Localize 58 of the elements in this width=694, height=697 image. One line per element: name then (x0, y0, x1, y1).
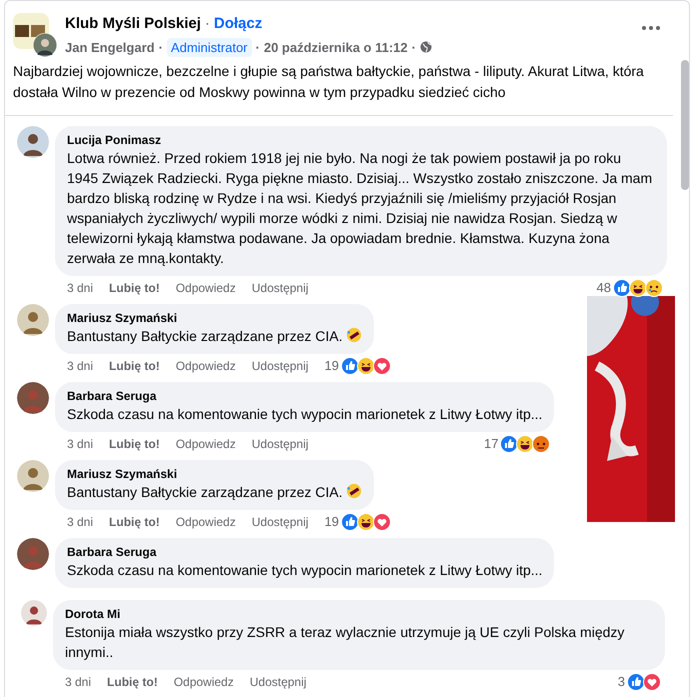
more-options-icon[interactable] (641, 25, 661, 31)
separator: · (158, 38, 163, 56)
commenter-name[interactable]: Lucija Ponimasz (67, 132, 655, 148)
commenter-name[interactable]: Barbara Seruga (67, 544, 542, 560)
avatar[interactable] (17, 460, 49, 492)
commenter-name[interactable]: Barbara Seruga (67, 388, 542, 404)
share-link[interactable]: Udostępnij (252, 357, 308, 375)
comment-text: Szkoda czasu na komentowanie tych wypocin marionetek z Litwy Łotwy itp... (67, 406, 542, 422)
comment-text: Estonija miała wszystko przy ZSRR a teraz wylacznie utrzymuje ją UE czyli Polska między innymi.. (65, 624, 624, 660)
like-link[interactable]: Lubię to! (107, 673, 158, 691)
separator: · (256, 38, 260, 56)
like-link[interactable]: Lubię to! (109, 279, 160, 297)
reply-link[interactable]: Odpowiedz (174, 673, 234, 691)
like-link[interactable]: Lubię to! (109, 435, 160, 453)
reaction-count: 3 (618, 673, 625, 692)
group-name[interactable]: Klub Myśli Polskiej (65, 13, 201, 36)
author-avatar[interactable] (33, 33, 57, 57)
rolling-laughing-emoji-icon (346, 327, 362, 343)
admin-badge: Administrator (166, 38, 252, 57)
reply-link[interactable]: Odpowiedz (176, 435, 236, 453)
author-name[interactable]: Jan Engelgard (65, 38, 155, 57)
reply-link[interactable]: Odpowiedz (176, 513, 236, 531)
avatar[interactable] (17, 538, 49, 570)
scrollbar[interactable] (681, 60, 689, 190)
separator: · (412, 38, 416, 56)
commenter-name[interactable]: Mariusz Szymański (67, 310, 362, 326)
avatar[interactable] (21, 600, 47, 626)
reaction-count: 19 (324, 513, 339, 532)
commenter-name[interactable]: Dorota Mi (65, 606, 653, 622)
separator: · (204, 14, 210, 34)
reply-link[interactable]: Odpowiedz (176, 357, 236, 375)
rolling-laughing-emoji-icon (346, 483, 362, 499)
like-link[interactable]: Lubię to! (109, 513, 160, 531)
comment-text: Bantustany Bałtyckie zarządzane przez CIA. (67, 328, 342, 344)
avatar[interactable] (17, 304, 49, 336)
share-link[interactable]: Udostępnij (250, 673, 306, 691)
comment-time[interactable]: 3 dni (67, 357, 94, 375)
avatar[interactable] (17, 382, 49, 414)
post-text: Najbardziej wojownicze, bezczelne i głupie są państwa bałtyckie, państwa - liliputy. Akurat Litwa, która dostała Wilno w prezencie od Moskwy powinna w tym przypadku siedzieć cicho (12, 62, 645, 102)
comment-text: Bantustany Bałtyckie zarządzane przez CIA. (67, 484, 342, 500)
like-link[interactable]: Lubię to! (109, 357, 160, 375)
avatar[interactable] (17, 126, 49, 158)
share-link[interactable]: Udostępnij (252, 513, 308, 531)
reaction-count: 48 (596, 279, 611, 298)
comment-text: Lotwa również. Przed rokiem 1918 jej nie było. Na nogi że tak powiem postawił ja po roku 1945 Związek Radziecki. Ryga piękne miasto. Dzisiaj... Wszystko zostało zniszczone. Ja mam bardzo bliską rodzinę w Rydze i na wsi. Kiedyś przyjaźnili się /mieliśmy przyjaciół Rosjan wspaniałych życzliwych/ wypili morze wódki z nimi. Dzisiaj nie nawidza Rosjan. Siedzą w telewizorni łykają kłamstwa podawane. Ja opowiadam brednie. Kłamstwa. Kuzyna żona zerwała ze mną.kontakty. (67, 150, 652, 266)
join-link[interactable]: Dołącz (214, 13, 262, 36)
comment-time[interactable]: 3 dni (67, 279, 94, 297)
comment-time[interactable]: 3 dni (65, 673, 92, 691)
reaction-count: 19 (324, 357, 339, 376)
share-link[interactable]: Udostępnij (252, 435, 308, 453)
reply-link[interactable]: Odpowiedz (176, 279, 236, 297)
comment-text: Szkoda czasu na komentowanie tych wypocin marionetek z Litwy Łotwy itp... (67, 562, 542, 578)
share-link[interactable]: Udostępnij (252, 279, 308, 297)
post-date[interactable]: 20 października o 11:12 (264, 38, 408, 57)
reaction-count: 17 (484, 435, 498, 454)
commenter-name[interactable]: Mariusz Szymański (67, 466, 362, 482)
comment-time[interactable]: 3 dni (67, 513, 94, 531)
comment-time[interactable]: 3 dni (67, 435, 94, 453)
